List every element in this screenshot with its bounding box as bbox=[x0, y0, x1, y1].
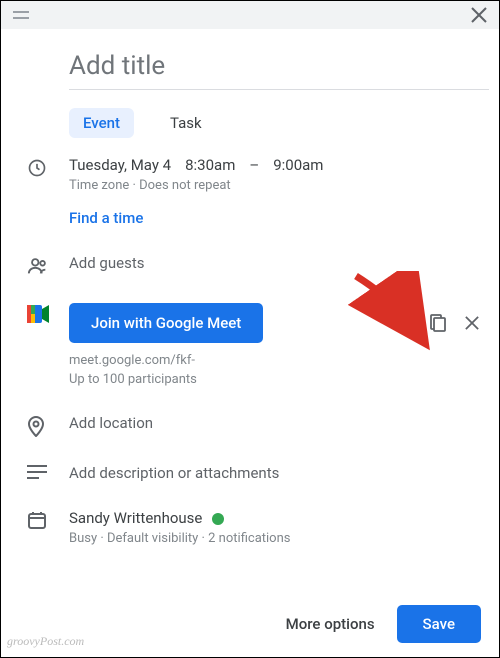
more-options-button[interactable]: More options bbox=[286, 615, 375, 633]
datetime-row[interactable]: Tuesday, May 4 8:30am – 9:00am Time zone… bbox=[11, 148, 489, 235]
add-location-text[interactable]: Add location bbox=[69, 414, 153, 432]
remove-meet-icon[interactable] bbox=[465, 316, 479, 330]
guests-row[interactable]: Add guests bbox=[11, 245, 489, 285]
status-dot-icon bbox=[212, 513, 224, 525]
add-description-text[interactable]: Add description or attachments bbox=[69, 464, 279, 482]
people-icon bbox=[11, 253, 69, 277]
tab-task[interactable]: Task bbox=[156, 108, 216, 138]
copy-link-icon[interactable] bbox=[429, 313, 447, 333]
timezone-repeat[interactable]: Time zone · Does not repeat bbox=[69, 178, 489, 193]
organizer-row[interactable]: Sandy Writtenhouse Busy · Default visibi… bbox=[11, 500, 489, 554]
close-icon[interactable] bbox=[471, 7, 487, 23]
start-time[interactable]: 8:30am bbox=[185, 156, 235, 174]
save-button[interactable]: Save bbox=[397, 605, 481, 643]
add-guests-text[interactable]: Add guests bbox=[69, 254, 144, 272]
tab-event[interactable]: Event bbox=[69, 108, 134, 138]
drag-handle-icon[interactable] bbox=[13, 10, 29, 20]
location-row[interactable]: Add location bbox=[11, 405, 489, 445]
description-row[interactable]: Add description or attachments bbox=[11, 455, 489, 490]
title-bar bbox=[1, 1, 499, 29]
meet-link: meet.google.com/fkf- bbox=[69, 353, 489, 368]
meet-participants-limit: Up to 100 participants bbox=[69, 372, 489, 387]
join-google-meet-button[interactable]: Join with Google Meet bbox=[69, 303, 263, 343]
location-icon bbox=[11, 413, 69, 437]
meet-row: Join with Google Meet meet.google.com/fk… bbox=[11, 295, 489, 395]
watermark: groovyPost.com bbox=[7, 634, 84, 649]
find-a-time-link[interactable]: Find a time bbox=[69, 209, 489, 227]
clock-icon bbox=[11, 156, 69, 178]
calendar-icon bbox=[11, 508, 69, 530]
description-icon bbox=[11, 463, 69, 479]
google-meet-icon bbox=[11, 303, 69, 323]
time-separator: – bbox=[249, 156, 259, 174]
organizer-sub[interactable]: Busy · Default visibility · 2 notificati… bbox=[69, 531, 489, 546]
title-input[interactable] bbox=[69, 47, 489, 90]
date-text[interactable]: Tuesday, May 4 bbox=[69, 156, 171, 174]
organizer-name: Sandy Writtenhouse bbox=[69, 509, 202, 527]
end-time[interactable]: 9:00am bbox=[273, 156, 323, 174]
